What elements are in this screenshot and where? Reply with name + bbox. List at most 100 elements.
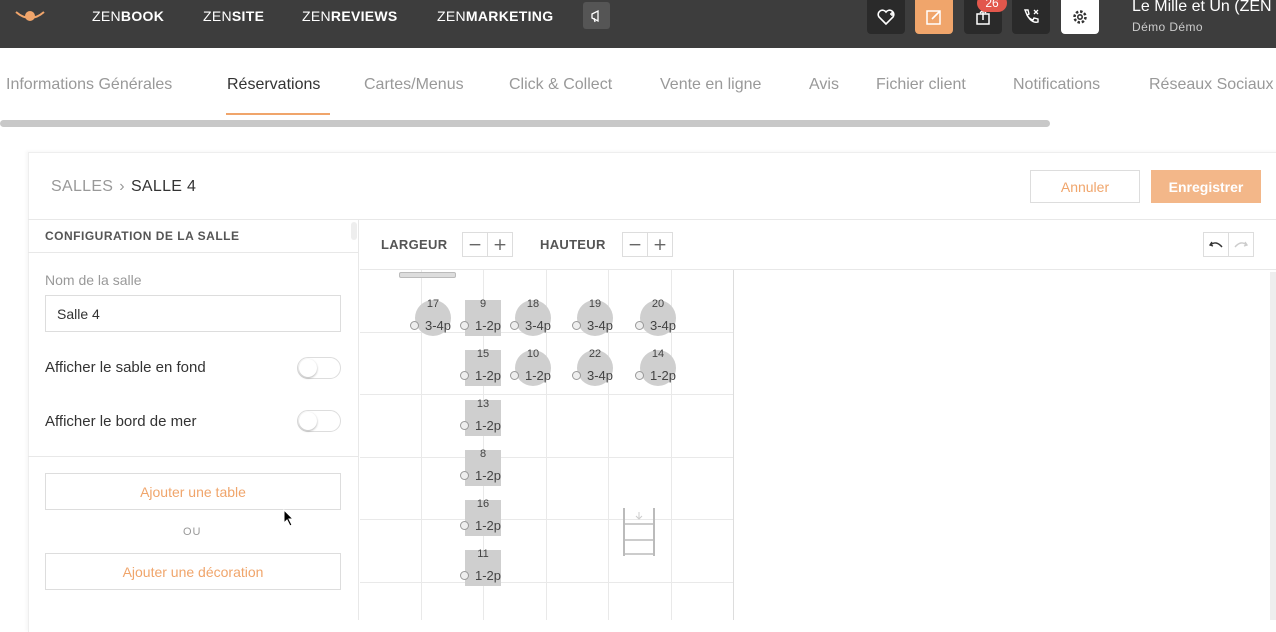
nav-prefix: ZEN [302, 8, 331, 24]
table-number: 9 [479, 298, 487, 310]
table-capacity: 1-2p [650, 368, 677, 383]
chair-icon [635, 321, 644, 330]
mouse-cursor-icon [283, 509, 295, 527]
width-increase-button[interactable]: + [487, 232, 513, 257]
chair-icon [460, 471, 469, 480]
height-increase-button[interactable]: + [647, 232, 673, 257]
table-19[interactable]: 19 3-4p [572, 298, 615, 338]
chair-icon [460, 321, 469, 330]
megaphone-button[interactable] [583, 2, 610, 29]
width-label: LARGEUR [381, 237, 448, 252]
table-capacity: 1-2p [475, 418, 502, 433]
table-11[interactable]: 11 1-2p [460, 548, 503, 588]
chair-icon [572, 321, 581, 330]
breadcrumb-separator-icon: › [119, 178, 125, 195]
tab-notifications[interactable]: Notifications [1013, 76, 1100, 94]
heart-plus-icon [877, 9, 895, 26]
table-capacity: 1-2p [525, 368, 552, 383]
table-number: 22 [588, 348, 602, 360]
sidebar-scrollbar[interactable] [351, 222, 357, 240]
account-name[interactable]: Le Mille et Un (ZEN [1132, 0, 1272, 16]
table-13[interactable]: 13 1-2p [460, 398, 503, 438]
breadcrumb-salles[interactable]: SALLES [51, 178, 113, 195]
stairs-icon[interactable] [622, 508, 656, 556]
tab-fichier-client[interactable]: Fichier client [876, 76, 966, 94]
sand-background-toggle[interactable] [297, 357, 341, 379]
tab-click-collect[interactable]: Click & Collect [509, 76, 612, 94]
nav-prefix: ZEN [437, 8, 466, 24]
room-name-label: Nom de la salle [45, 272, 142, 288]
nav-prefix: ZEN [92, 8, 121, 24]
sidebar-title: CONFIGURATION DE LA SALLE [45, 229, 240, 243]
table-capacity: 3-4p [587, 368, 614, 383]
tab-reseaux-sociaux[interactable]: Réseaux Sociaux [1149, 76, 1274, 94]
zenchef-logo[interactable] [12, 4, 48, 24]
chair-icon [510, 321, 519, 330]
nav-suffix: SITE [231, 8, 265, 24]
grid-line [360, 582, 733, 583]
settings-button[interactable] [1061, 0, 1099, 34]
table-number: 17 [426, 298, 440, 310]
cancel-button[interactable]: Annuler [1030, 170, 1140, 203]
tab-cartes-menus[interactable]: Cartes/Menus [364, 76, 464, 94]
table-10[interactable]: 10 1-2p [510, 348, 553, 388]
add-decoration-button[interactable]: Ajouter une décoration [45, 553, 341, 590]
table-14[interactable]: 14 1-2p [635, 348, 678, 388]
tab-reservations[interactable]: Réservations [227, 76, 320, 94]
section-tabs: Informations Générales Réservations Cart… [0, 48, 1276, 118]
chair-icon [460, 421, 469, 430]
table-number: 18 [526, 298, 540, 310]
table-capacity: 3-4p [425, 318, 452, 333]
seaside-toggle[interactable] [297, 410, 341, 432]
table-9[interactable]: 9 1-2p [460, 298, 503, 338]
table-number: 10 [526, 348, 540, 360]
table-capacity: 1-2p [475, 368, 502, 383]
table-22[interactable]: 22 3-4p [572, 348, 615, 388]
nav-suffix: MARKETING [465, 8, 554, 24]
add-table-button[interactable]: Ajouter une table [45, 473, 341, 510]
nav-zenreviews[interactable]: ZENREVIEWS [302, 8, 398, 24]
redo-button[interactable] [1228, 232, 1254, 257]
table-16[interactable]: 16 1-2p [460, 498, 503, 538]
chair-icon [460, 371, 469, 380]
seaside-label: Afficher le bord de mer [45, 413, 197, 430]
table-number: 20 [651, 298, 665, 310]
table-capacity: 3-4p [525, 318, 552, 333]
bar-decoration[interactable] [399, 272, 456, 278]
phone-button[interactable] [1012, 0, 1050, 34]
save-button[interactable]: Enregistrer [1151, 170, 1261, 203]
edit-button[interactable] [915, 0, 953, 34]
tab-vente-en-ligne[interactable]: Vente en ligne [660, 76, 761, 94]
canvas-scrollbar[interactable] [1270, 272, 1276, 620]
redo-icon [1234, 241, 1248, 247]
table-20[interactable]: 20 3-4p [635, 298, 678, 338]
table-capacity: 1-2p [475, 568, 502, 583]
room-name-input[interactable] [45, 295, 341, 332]
nav-zenbook[interactable]: ZENBOOK [92, 8, 164, 24]
megaphone-icon [590, 9, 599, 22]
chair-icon [510, 371, 519, 380]
grid-line [360, 519, 733, 520]
notification-badge: 26 [977, 0, 1007, 12]
gear-icon [1073, 10, 1087, 24]
undo-button[interactable] [1203, 232, 1229, 257]
height-decrease-button[interactable]: − [622, 232, 648, 257]
nav-zensite[interactable]: ZENSITE [203, 8, 264, 24]
tab-avis[interactable]: Avis [809, 76, 839, 94]
chair-icon [410, 321, 419, 330]
undo-icon [1209, 241, 1223, 247]
table-8[interactable]: 8 1-2p [460, 448, 503, 488]
horizontal-scrollbar[interactable] [0, 120, 1050, 127]
table-15[interactable]: 15 1-2p [460, 348, 503, 388]
sidebar-divider [28, 252, 358, 253]
tab-informations-generales[interactable]: Informations Générales [6, 76, 172, 94]
width-decrease-button[interactable]: − [462, 232, 488, 257]
table-capacity: 3-4p [587, 318, 614, 333]
favorites-button[interactable] [867, 0, 905, 34]
or-separator: OU [183, 526, 202, 538]
chair-icon [460, 571, 469, 580]
table-capacity: 1-2p [475, 318, 502, 333]
table-17[interactable]: 17 3-4p [410, 298, 453, 338]
table-18[interactable]: 18 3-4p [510, 298, 553, 338]
nav-zenmarketing[interactable]: ZENMARKETING [437, 8, 553, 24]
